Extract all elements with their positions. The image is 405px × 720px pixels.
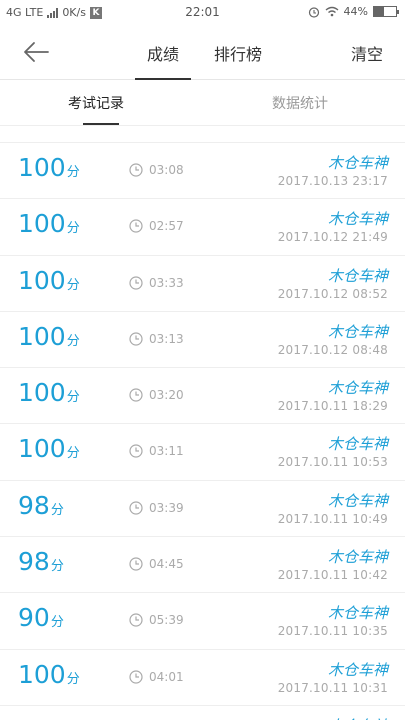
clock-icon bbox=[129, 613, 143, 627]
clock-icon bbox=[129, 163, 143, 177]
user-name: 木仓车神 bbox=[327, 548, 388, 567]
duration: 03:11 bbox=[149, 444, 184, 459]
record-row[interactable]: 90分 05:39 木仓车神 2017.10.11 10:35 bbox=[0, 593, 405, 650]
clock-icon bbox=[129, 275, 143, 290]
score: 100分 bbox=[18, 322, 80, 351]
record-row[interactable]: 100分 03:08 木仓车神 2017.10.13 23:17 bbox=[0, 143, 405, 200]
user-name: 木仓车神 bbox=[327, 435, 388, 454]
user-name: 木仓车神 bbox=[327, 266, 388, 285]
score: 100分 bbox=[18, 660, 80, 689]
datetime: 2017.10.11 18:29 bbox=[277, 399, 388, 414]
score: 100分 bbox=[18, 153, 80, 182]
score-value: 100 bbox=[18, 378, 66, 408]
duration: 04:01 bbox=[149, 669, 184, 684]
score: 100分 bbox=[18, 209, 80, 238]
score-unit: 分 bbox=[66, 221, 80, 237]
duration: 05:39 bbox=[149, 613, 184, 628]
clock-icon bbox=[129, 332, 143, 346]
record-row-partial[interactable]: 木仓车神 bbox=[0, 706, 405, 720]
clock-icon bbox=[129, 557, 143, 571]
clock-icon bbox=[129, 388, 143, 402]
battery-percent: 44% bbox=[343, 5, 368, 18]
record-row[interactable]: 98分 03:39 木仓车神 2017.10.11 10:49 bbox=[0, 481, 405, 538]
duration: 03:13 bbox=[149, 331, 184, 346]
score: 98分 bbox=[18, 547, 64, 576]
record-row[interactable]: 100分 04:01 木仓车神 2017.10.11 10:31 bbox=[0, 650, 405, 706]
score-unit: 分 bbox=[66, 165, 80, 180]
score-value: 90 bbox=[18, 603, 50, 633]
tab-leaderboard[interactable]: 排行榜 bbox=[214, 41, 262, 65]
datetime: 2017.10.12 08:52 bbox=[277, 286, 388, 301]
back-arrow-icon[interactable] bbox=[22, 40, 50, 64]
duration: 02:57 bbox=[149, 219, 184, 234]
score: 100分 bbox=[18, 434, 80, 463]
datetime: 2017.10.11 10:35 bbox=[277, 624, 388, 639]
record-row[interactable]: 100分 03:33 木仓车神 2017.10.12 08:52 bbox=[0, 256, 405, 312]
record-list: 100分 03:08 木仓车神 2017.10.13 23:17 100分 02:57 木仓… bbox=[0, 142, 405, 720]
score-value: 98 bbox=[18, 547, 50, 577]
user-name: 木仓车神 bbox=[327, 660, 388, 679]
user-name: 木仓车神 bbox=[327, 210, 388, 229]
score: 100分 bbox=[18, 378, 80, 407]
active-subtab-indicator bbox=[83, 123, 119, 125]
user-name: 木仓车神 bbox=[327, 379, 388, 398]
score: 100分 bbox=[18, 266, 80, 295]
subtab-exam-records[interactable]: 考试记录 bbox=[68, 93, 124, 113]
datetime: 2017.10.11 10:31 bbox=[277, 680, 388, 695]
score-value: 100 bbox=[18, 153, 66, 182]
user-name: 木仓车神 bbox=[327, 322, 388, 341]
score-unit: 分 bbox=[66, 277, 80, 293]
score-unit: 分 bbox=[50, 559, 64, 575]
score: 98分 bbox=[18, 491, 64, 520]
score-value: 100 bbox=[18, 265, 66, 295]
datetime: 2017.10.11 10:49 bbox=[277, 511, 388, 526]
wifi-icon bbox=[325, 6, 338, 17]
alarm-icon bbox=[308, 6, 319, 18]
score-value: 100 bbox=[18, 321, 66, 351]
score-unit: 分 bbox=[66, 390, 80, 406]
score-unit: 分 bbox=[50, 615, 64, 631]
record-row[interactable]: 100分 03:20 木仓车神 2017.10.11 18:29 bbox=[0, 368, 405, 425]
score-unit: 分 bbox=[50, 502, 64, 518]
clock-icon bbox=[129, 444, 143, 459]
duration: 04:45 bbox=[149, 557, 184, 572]
duration: 03:08 bbox=[149, 163, 184, 177]
status-right: 44% bbox=[308, 5, 399, 18]
user-name: 木仓车神 bbox=[327, 491, 388, 510]
score-unit: 分 bbox=[66, 333, 80, 349]
sub-tabs: 考试记录 数据统计 bbox=[0, 80, 405, 126]
datetime: 2017.10.12 21:49 bbox=[277, 230, 388, 245]
record-row[interactable]: 98分 04:45 木仓车神 2017.10.11 10:42 bbox=[0, 537, 405, 594]
status-bar: 4G LTE 0K/s K 22:01 44% bbox=[0, 0, 405, 26]
top-nav: 成绩 排行榜 清空 bbox=[0, 26, 405, 80]
record-row[interactable]: 100分 03:13 木仓车神 2017.10.12 08:48 bbox=[0, 312, 405, 369]
score-value: 98 bbox=[18, 490, 50, 520]
duration: 03:33 bbox=[149, 275, 184, 290]
score: 90分 bbox=[18, 603, 64, 632]
datetime: 2017.10.11 10:53 bbox=[277, 455, 388, 470]
user-name: 木仓车神 bbox=[327, 154, 388, 172]
clock-icon bbox=[129, 670, 143, 684]
tab-scores[interactable]: 成绩 bbox=[135, 41, 191, 65]
score-value: 100 bbox=[18, 659, 66, 689]
record-row[interactable]: 100分 03:11 木仓车神 2017.10.11 10:53 bbox=[0, 424, 405, 481]
record-row[interactable]: 100分 02:57 木仓车神 2017.10.12 21:49 bbox=[0, 199, 405, 256]
clock-icon bbox=[129, 219, 143, 233]
datetime: 2017.10.12 08:48 bbox=[277, 342, 388, 357]
clock-icon bbox=[129, 501, 143, 515]
user-name: 木仓车神 bbox=[328, 715, 388, 720]
clear-button[interactable]: 清空 bbox=[351, 41, 383, 65]
score-value: 100 bbox=[18, 209, 66, 239]
score-value: 100 bbox=[18, 434, 66, 464]
subtab-data-stats[interactable]: 数据统计 bbox=[272, 93, 328, 113]
duration: 03:39 bbox=[149, 500, 184, 515]
duration: 03:20 bbox=[149, 388, 184, 403]
battery-icon bbox=[373, 6, 399, 17]
score-unit: 分 bbox=[66, 671, 80, 687]
battery-fill bbox=[374, 7, 384, 16]
datetime: 2017.10.13 23:17 bbox=[277, 174, 388, 188]
user-name: 木仓车神 bbox=[327, 604, 388, 623]
datetime: 2017.10.11 10:42 bbox=[277, 568, 388, 583]
score-unit: 分 bbox=[66, 446, 80, 462]
